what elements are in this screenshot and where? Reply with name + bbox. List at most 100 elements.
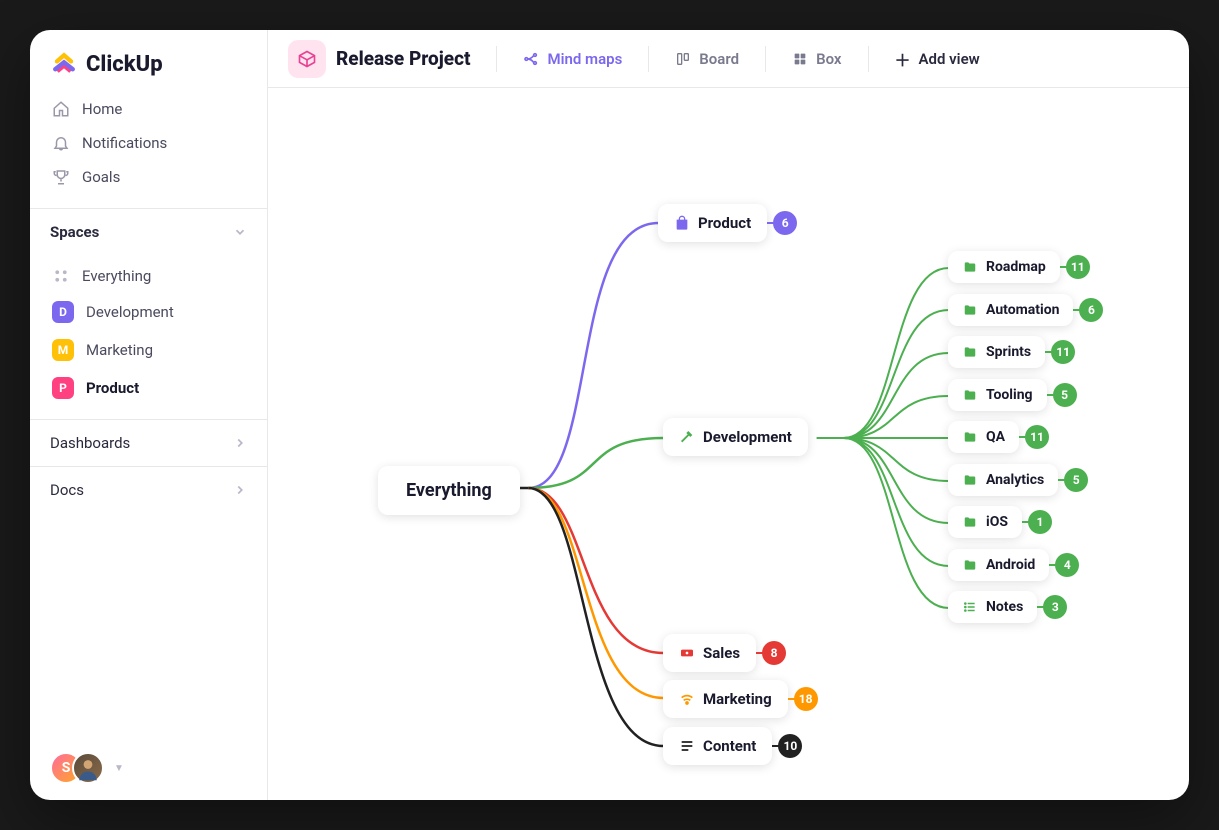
mindmap-canvas[interactable]: Everything Product 6 Development [268,88,1189,800]
nav-goals[interactable]: Goals [42,160,255,194]
nav-label: Notifications [82,134,167,152]
plus-icon: ＋ [895,47,911,71]
count-badge: 6 [773,211,797,235]
caret-down-icon[interactable]: ▼ [114,763,124,774]
sidebar-docs[interactable]: Docs [30,466,267,513]
space-product[interactable]: P Product [42,369,255,407]
sidebar-footer: S ▼ [30,736,267,800]
count-badge: 3 [1043,595,1067,619]
node-label: Tooling [986,387,1033,403]
view-label: Box [816,50,841,68]
sidebar-dashboards[interactable]: Dashboards [30,419,267,466]
folder-icon [962,472,978,488]
mindmap-node-product[interactable]: Product 6 [658,204,767,242]
mindmap-child-node[interactable]: Analytics5 [948,464,1058,496]
count-badge: 10 [778,734,802,758]
nav-label: Home [82,100,122,118]
space-label: Marketing [86,341,153,359]
brand-name: ClickUp [86,52,163,77]
nav-notifications[interactable]: Notifications [42,126,255,160]
mindmap-child-node[interactable]: Roadmap11 [948,251,1060,283]
nav-primary: Home Notifications Goals [30,92,267,208]
folder-icon [962,387,978,403]
app-window: ClickUp Home Notifications Goals Spaces [30,30,1189,800]
space-label: Everything [82,267,151,285]
count-badge: 5 [1064,468,1088,492]
sidebar-row-label: Dashboards [50,434,130,452]
sidebar: ClickUp Home Notifications Goals Spaces [30,30,268,800]
home-icon [52,100,70,118]
view-tab-mindmaps[interactable]: Mind maps [511,44,634,74]
main: Release Project Mind maps Board Box ＋ Ad… [268,30,1189,800]
text-icon [679,738,695,754]
space-everything[interactable]: Everything [42,259,255,293]
bag-icon [674,215,690,231]
space-badge: M [52,339,74,361]
logo[interactable]: ClickUp [30,30,267,92]
ticket-icon [679,645,695,661]
divider [765,46,766,72]
avatar [72,752,104,784]
clickup-logo-icon [50,50,78,78]
count-badge: 1 [1028,510,1052,534]
count-badge: 11 [1025,425,1049,449]
bell-icon [52,134,70,152]
node-label: Android [986,557,1035,573]
add-view-button[interactable]: ＋ Add view [883,41,992,77]
node-label: Notes [986,599,1023,615]
sidebar-row-label: Docs [50,481,84,499]
grid-icon [52,267,70,285]
count-badge: 6 [1079,298,1103,322]
project-icon [288,40,326,78]
project-title: Release Project [336,47,470,70]
mindmap-node-marketing[interactable]: Marketing 18 [663,680,788,718]
space-badge: P [52,377,74,399]
space-label: Development [86,303,174,321]
node-label: Marketing [703,690,772,708]
add-view-label: Add view [919,50,980,68]
mindmap-child-node[interactable]: Sprints11 [948,336,1045,368]
mindmap-child-node[interactable]: Android4 [948,549,1049,581]
wifi-icon [679,691,695,707]
mindmap-child-node[interactable]: QA11 [948,421,1019,453]
node-label: Content [703,737,756,755]
chevron-right-icon [233,436,247,450]
space-development[interactable]: D Development [42,293,255,331]
mindmap-node-content[interactable]: Content 10 [663,727,772,765]
divider [868,46,869,72]
spaces-header[interactable]: Spaces [30,208,267,255]
count-badge: 4 [1055,553,1079,577]
topbar: Release Project Mind maps Board Box ＋ Ad… [268,30,1189,88]
mindmap-node-sales[interactable]: Sales 8 [663,634,756,672]
nav-home[interactable]: Home [42,92,255,126]
cube-icon [297,49,317,69]
node-label: iOS [986,514,1008,530]
view-tab-board[interactable]: Board [663,44,751,74]
count-badge: 11 [1066,255,1090,279]
mindmap-child-node[interactable]: Automation6 [948,294,1073,326]
mindmap-child-node[interactable]: Notes3 [948,591,1037,623]
mindmap-child-node[interactable]: iOS1 [948,506,1022,538]
folder-icon [962,429,978,445]
box-icon [792,51,808,67]
space-badge: D [52,301,74,323]
count-badge: 8 [762,641,786,665]
folder-icon [962,557,978,573]
avatar-stack[interactable]: S [50,752,104,784]
mindmap-node-development[interactable]: Development [663,418,808,456]
hammer-icon [679,429,695,445]
list-icon [962,599,978,615]
mindmap-child-node[interactable]: Tooling5 [948,379,1047,411]
node-label: Everything [406,480,492,501]
mindmap-root-node[interactable]: Everything [378,466,520,515]
trophy-icon [52,168,70,186]
count-badge: 18 [794,687,818,711]
space-label: Product [86,379,139,397]
mindmap-icon [523,51,539,67]
chevron-down-icon [233,225,247,239]
space-marketing[interactable]: M Marketing [42,331,255,369]
count-badge: 5 [1053,383,1077,407]
view-tab-box[interactable]: Box [780,44,853,74]
node-label: Product [698,214,751,232]
node-label: Automation [986,302,1059,318]
